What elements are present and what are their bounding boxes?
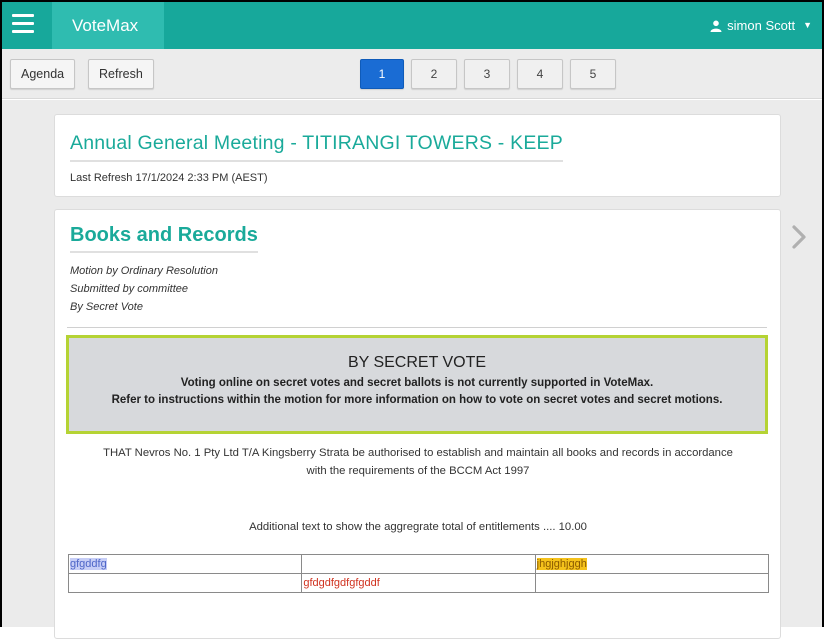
table-cell — [67, 573, 303, 593]
agenda-button[interactable]: Agenda — [10, 59, 76, 89]
hamburger-menu-icon[interactable] — [12, 14, 34, 36]
secret-vote-line-2: Refer to instructions within the motion … — [111, 394, 723, 406]
table-cell — [301, 554, 536, 574]
motion-type: Motion by Ordinary Resolution — [70, 265, 218, 277]
chevron-down-icon: ▼ — [803, 20, 812, 30]
resolution-line-2: with the requirements of the BCCM Act 19… — [306, 465, 530, 477]
user-menu[interactable]: simon Scott ▼ — [710, 2, 812, 49]
table-cell: jhgjghjggh — [534, 554, 770, 574]
motion-vote-method: By Secret Vote — [70, 301, 143, 313]
cell-text-highlighted: gfgddfg — [70, 558, 107, 570]
last-refresh-label: Last Refresh — [70, 172, 133, 184]
top-navbar: VoteMax simon Scott ▼ — [2, 2, 822, 49]
meeting-card: Annual General Meeting - TITIRANGI TOWER… — [54, 114, 781, 197]
user-icon — [710, 20, 722, 32]
page-button-5[interactable]: 5 — [570, 59, 616, 89]
table-cell: gfgddfg — [67, 554, 303, 574]
motion-submitter: Submitted by committee — [70, 283, 188, 295]
page-pager: 1 2 3 4 5 — [360, 59, 616, 89]
table-cell: gfdgdfgdfgfgddf — [301, 573, 536, 593]
secret-vote-notice: BY SECRET VOTE Voting online on secret v… — [66, 335, 768, 434]
table-row: gfdgdfgdfgfgddf — [67, 573, 770, 593]
page-button-2[interactable]: 2 — [411, 59, 457, 89]
next-motion-chevron-right-icon[interactable] — [790, 224, 808, 250]
cell-text-highlighted: jhgjghjggh — [536, 558, 587, 570]
meeting-title: Annual General Meeting - TITIRANGI TOWER… — [70, 132, 563, 162]
main-content: Annual General Meeting - TITIRANGI TOWER… — [2, 100, 822, 639]
motion-table: gfgddfg jhgjghjggh gfdgdfgdfgfgddf — [67, 554, 770, 593]
table-row: gfgddfg jhgjghjggh — [67, 554, 770, 574]
page-button-1[interactable]: 1 — [360, 59, 404, 89]
secret-vote-heading: BY SECRET VOTE — [347, 354, 487, 371]
secret-vote-line-1: Voting online on secret votes and secret… — [180, 377, 654, 389]
page-button-3[interactable]: 3 — [464, 59, 510, 89]
resolution-line-1: THAT Nevros No. 1 Pty Ltd T/A Kingsberry… — [103, 447, 733, 459]
table-cell — [534, 573, 770, 593]
refresh-button[interactable]: Refresh — [88, 59, 154, 89]
aggregate-text: Additional text to show the aggregrate t… — [249, 521, 587, 533]
divider — [67, 327, 767, 328]
user-name: simon Scott — [727, 18, 796, 33]
page-button-4[interactable]: 4 — [517, 59, 563, 89]
resolution-text: THAT Nevros No. 1 Pty Ltd T/A Kingsberry… — [73, 444, 763, 480]
last-refresh: Last Refresh 17/1/2024 2:33 PM (AEST) — [70, 172, 268, 184]
last-refresh-value: 17/1/2024 2:33 PM (AEST) — [135, 172, 268, 184]
brand-logo[interactable]: VoteMax — [52, 2, 164, 49]
motion-title: Books and Records — [70, 224, 258, 253]
toolbar: Agenda Refresh 1 2 3 4 5 — [2, 49, 822, 99]
motion-card: Books and Records Motion by Ordinary Res… — [54, 209, 781, 639]
